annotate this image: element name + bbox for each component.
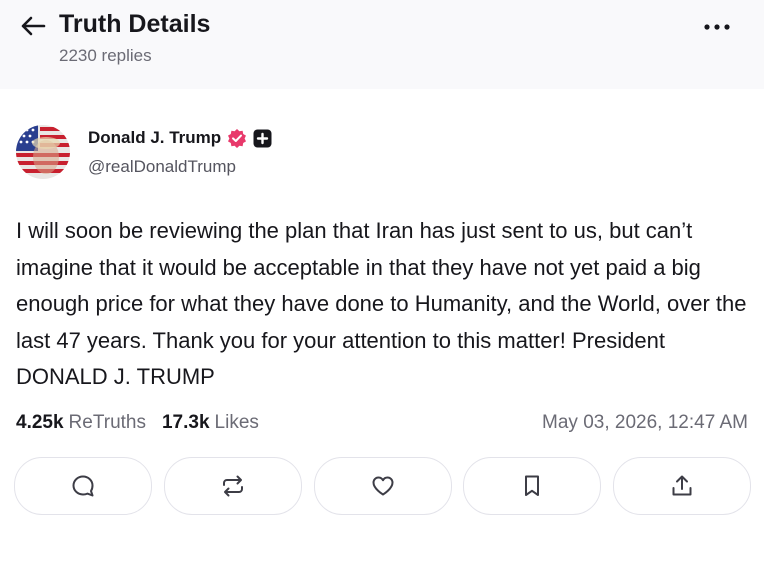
post-author: Donald J. Trump @realDonaldTrump: [0, 120, 764, 190]
share-icon: [672, 475, 692, 496]
plus-badge-icon: [253, 129, 272, 147]
reply-icon: [72, 475, 94, 497]
bookmark-icon: [525, 475, 540, 496]
retruth-icon: [222, 475, 243, 497]
more-options-button[interactable]: [700, 16, 734, 38]
reply-count: 2230 replies: [59, 46, 152, 65]
post-timestamp: May 03, 2026, 12:47 AM: [542, 412, 748, 433]
page-header: Truth Details 2230 replies: [0, 0, 764, 89]
post-text: I will soon be reviewing the plan that I…: [16, 218, 747, 389]
arrow-left-icon: [21, 16, 46, 36]
likes-count[interactable]: 17.3k: [162, 412, 210, 434]
avatar[interactable]: [16, 125, 70, 179]
author-handle[interactable]: @realDonaldTrump: [88, 157, 236, 177]
like-button[interactable]: [313, 457, 452, 515]
heart-icon: [372, 476, 393, 496]
share-button[interactable]: [613, 457, 751, 515]
author-name[interactable]: Donald J. Trump: [88, 128, 221, 148]
back-button[interactable]: [18, 12, 48, 40]
post-stats: 4.25k ReTruths 17.3k Likes May 03, 2026,…: [16, 408, 748, 438]
verified-badge-icon: [228, 129, 247, 148]
page-title: Truth Details: [59, 10, 211, 38]
retruths-count[interactable]: 4.25k: [16, 412, 64, 434]
more-dots-icon: [704, 24, 730, 30]
likes-label[interactable]: Likes: [215, 412, 259, 434]
retruth-button[interactable]: [163, 457, 302, 515]
reply-button[interactable]: [14, 457, 152, 515]
retruths-label[interactable]: ReTruths: [69, 412, 146, 434]
bookmark-button[interactable]: [463, 457, 602, 515]
action-bar: [14, 457, 751, 515]
author-name-row: Donald J. Trump: [88, 128, 272, 148]
